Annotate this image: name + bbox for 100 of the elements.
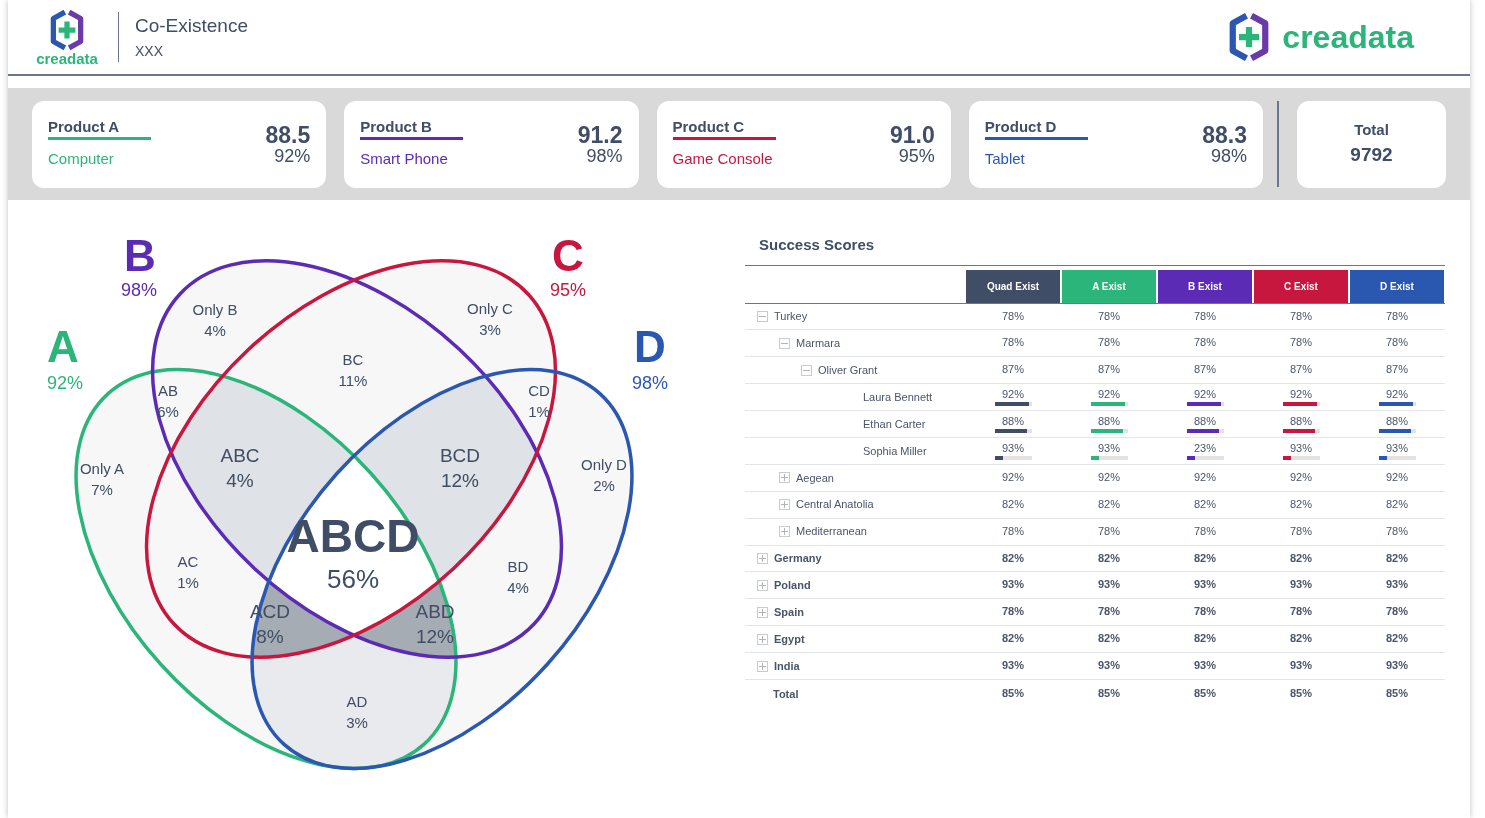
table-cell: 93% bbox=[1002, 578, 1024, 593]
table-cell: 92% bbox=[1002, 470, 1024, 485]
table-cell: 87% bbox=[1194, 363, 1216, 378]
product-category: Tablet bbox=[984, 148, 1025, 169]
product-name: Product C bbox=[672, 117, 745, 137]
region-label: BCD bbox=[439, 445, 481, 466]
region-label: Only A bbox=[79, 460, 125, 477]
table-cell: 93% bbox=[1386, 659, 1408, 673]
table-cell: 78% bbox=[1290, 336, 1312, 351]
region-value: 11% bbox=[338, 372, 368, 389]
table-cell: 78% bbox=[1002, 336, 1024, 351]
product-score: 88.5 bbox=[265, 123, 311, 147]
row-label: Egypt bbox=[774, 631, 805, 647]
logo-text: creadata bbox=[36, 50, 98, 66]
set-letter: C bbox=[552, 231, 584, 280]
set-letter: A bbox=[47, 322, 79, 371]
table-cell: 78% bbox=[1002, 605, 1024, 620]
table-cell: 92% bbox=[1386, 388, 1408, 402]
set-percent: 95% bbox=[550, 280, 586, 300]
region-value: 1% bbox=[177, 574, 199, 591]
table-title: Success Scores bbox=[745, 234, 1445, 266]
page-title: Co-Existence bbox=[135, 14, 248, 39]
table-cell-text: 85% bbox=[1386, 686, 1408, 702]
table-cell: 87% bbox=[1386, 363, 1408, 378]
table-cell: 82% bbox=[1098, 551, 1120, 566]
page-subtitle: XXX bbox=[135, 41, 164, 61]
table-cell: 92% bbox=[1098, 388, 1120, 402]
region-value: 56% bbox=[327, 564, 379, 594]
row-label: Poland bbox=[774, 578, 811, 594]
region-value: 4% bbox=[204, 322, 226, 339]
table-cell: 82% bbox=[1386, 551, 1408, 566]
table-cell: 92% bbox=[1386, 470, 1408, 485]
table-cell: 88% bbox=[1290, 415, 1312, 429]
table-cell: 78% bbox=[1290, 309, 1312, 324]
region-value: 12% bbox=[441, 470, 479, 491]
table-cell: 82% bbox=[1098, 497, 1120, 512]
product-category: Game Console bbox=[672, 148, 773, 169]
table-cell: 88% bbox=[1098, 415, 1120, 429]
table-cell: 87% bbox=[1002, 363, 1024, 378]
product-score: 88.3 bbox=[1202, 123, 1247, 147]
region-label: ABCD bbox=[286, 510, 420, 562]
column-header: B Exist bbox=[1158, 269, 1252, 303]
table-cell: 82% bbox=[1290, 551, 1312, 566]
table-cell: 93% bbox=[1002, 442, 1024, 456]
table-cell: 82% bbox=[1194, 551, 1216, 566]
table-cell: 78% bbox=[1386, 309, 1408, 324]
total-label: Total bbox=[1354, 119, 1389, 140]
row-label: Turkey bbox=[774, 309, 808, 325]
set-percent: 98% bbox=[632, 373, 668, 393]
product-percent: 98% bbox=[1210, 146, 1247, 165]
row-label: Aegean bbox=[796, 470, 834, 486]
product-name: Product B bbox=[360, 117, 432, 137]
row-label: Oliver Grant bbox=[818, 362, 878, 378]
row-label: Laura Bennett bbox=[863, 389, 933, 405]
table-cell-text: 85% bbox=[1290, 686, 1312, 702]
table-cell: 93% bbox=[1290, 659, 1312, 673]
row-label: Central Anatolia bbox=[796, 497, 874, 513]
row-label: India bbox=[774, 658, 800, 674]
table-cell: 78% bbox=[1002, 309, 1024, 324]
product-category: Computer bbox=[48, 148, 114, 169]
region-label: Only C bbox=[467, 300, 513, 317]
row-label: Ethan Carter bbox=[863, 416, 926, 432]
logo-text: creadata bbox=[1282, 21, 1414, 53]
region-value: 4% bbox=[226, 470, 254, 491]
table-cell: 82% bbox=[1002, 551, 1024, 566]
region-label: AC bbox=[177, 553, 199, 570]
region-value: 8% bbox=[256, 626, 284, 647]
row-label: Germany bbox=[774, 551, 822, 567]
table-cell: 82% bbox=[1194, 497, 1216, 512]
product-score: 91.0 bbox=[890, 123, 935, 147]
row-label: Sophia Miller bbox=[863, 443, 927, 459]
table-cell: 93% bbox=[1194, 659, 1216, 673]
table-cell: 82% bbox=[1290, 497, 1312, 512]
table-cell: 93% bbox=[1002, 659, 1024, 673]
table-cell: 82% bbox=[1098, 632, 1120, 646]
table-cell: 92% bbox=[1002, 388, 1024, 402]
region-label: ABC bbox=[220, 445, 260, 466]
table-cell-text: 85% bbox=[1098, 686, 1120, 702]
table-cell: 88% bbox=[1194, 415, 1216, 429]
region-label: Only B bbox=[192, 301, 238, 318]
table-cell: 93% bbox=[1194, 578, 1216, 593]
region-value: 3% bbox=[479, 321, 501, 338]
set-percent: 98% bbox=[121, 280, 157, 300]
table-cell: 78% bbox=[1098, 309, 1120, 324]
table-cell: 92% bbox=[1290, 388, 1312, 402]
region-label: AB bbox=[158, 382, 178, 399]
product-category: Smart Phone bbox=[360, 148, 448, 169]
table-cell: 82% bbox=[1194, 632, 1216, 646]
table-cell: 82% bbox=[1386, 632, 1408, 646]
region-value: 2% bbox=[593, 477, 615, 494]
column-header: A Exist bbox=[1062, 269, 1156, 303]
table-cell: 82% bbox=[1386, 497, 1408, 512]
region-label: BD bbox=[507, 558, 529, 575]
region-label: AD bbox=[346, 693, 368, 710]
table-cell: 93% bbox=[1386, 578, 1408, 593]
set-percent: 92% bbox=[47, 373, 83, 393]
table-cell: 78% bbox=[1002, 524, 1024, 539]
product-percent: 98% bbox=[586, 146, 623, 165]
product-name: Product D bbox=[984, 117, 1057, 137]
table-cell: 78% bbox=[1194, 309, 1216, 324]
